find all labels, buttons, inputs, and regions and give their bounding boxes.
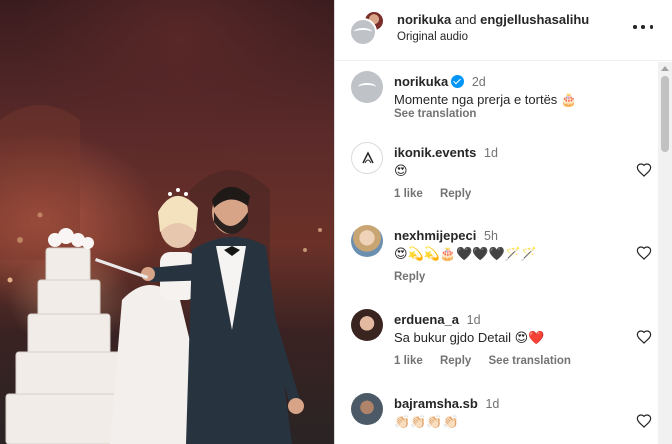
audio-link[interactable]: Original audio	[397, 31, 468, 43]
avatar-norikuka[interactable]	[349, 18, 377, 46]
more-horizontal-icon	[633, 25, 637, 29]
caption-item: norikuka 2d Momente nga prerja e tortës …	[335, 71, 659, 131]
avatar[interactable]	[351, 71, 383, 103]
caption-text: Momente nga prerja e tortës 🎂	[394, 92, 578, 107]
avatar[interactable]	[351, 225, 383, 257]
comment-likes[interactable]: 1 like	[394, 355, 423, 367]
avatar[interactable]	[351, 309, 383, 341]
comment-item: nexhmijepeci 5h 😍💫💫🎂🖤🖤🖤🪄🪄 Reply	[335, 225, 659, 295]
see-translation-link[interactable]: See translation	[489, 355, 571, 367]
post-authors: norikuka and engjellushasalihu	[397, 12, 589, 27]
comment-time[interactable]: 1d	[485, 397, 499, 411]
avatar[interactable]	[351, 393, 383, 425]
comment-time[interactable]: 1d	[467, 313, 481, 327]
verified-badge-icon	[451, 75, 465, 88]
heart-icon[interactable]	[636, 329, 652, 345]
comment-item: ikonik.events 1d 😍 1 like Reply	[335, 142, 659, 212]
comment-text: 😍💫💫🎂🖤🖤🖤🪄🪄	[394, 246, 538, 261]
comment-time[interactable]: 5h	[484, 229, 498, 243]
collab-avatars[interactable]	[349, 10, 391, 52]
caption-time[interactable]: 2d	[472, 75, 486, 89]
ikonik-logo-icon	[362, 151, 374, 164]
comment-text: Sa bukur gjdo Detail 😍❤️	[394, 330, 545, 345]
comment-username[interactable]: ikonik.events	[394, 145, 476, 160]
heart-icon[interactable]	[636, 162, 652, 178]
authors-conjunction: and	[454, 12, 477, 27]
author-link-norikuka[interactable]: norikuka	[397, 12, 451, 27]
see-translation-link[interactable]: See translation	[394, 108, 476, 120]
logo-icon	[358, 83, 376, 91]
avatar[interactable]	[351, 142, 383, 174]
comment-text: 😍	[394, 163, 408, 178]
author-link-engjellushasalihu[interactable]: engjellushasalihu	[480, 12, 589, 27]
logo-icon	[354, 28, 372, 36]
heart-icon[interactable]	[636, 413, 652, 429]
scrollbar-thumb[interactable]	[661, 76, 669, 152]
post-header: norikuka and engjellushasalihu Original …	[335, 0, 672, 61]
reply-button[interactable]: Reply	[394, 271, 425, 283]
comment-item: bajramsha.sb 1d 👏🏻👏🏻👏🏻👏🏻	[335, 393, 659, 444]
heart-icon[interactable]	[636, 245, 652, 261]
caption-username[interactable]: norikuka	[394, 74, 448, 89]
reply-button[interactable]: Reply	[440, 188, 471, 200]
comments-panel: norikuka and engjellushasalihu Original …	[334, 0, 672, 444]
scroll-up-arrow-icon[interactable]	[661, 66, 669, 71]
comment-username[interactable]: bajramsha.sb	[394, 396, 478, 411]
reply-button[interactable]: Reply	[440, 355, 471, 367]
comment-username[interactable]: nexhmijepeci	[394, 228, 476, 243]
comment-item: erduena_a 1d Sa bukur gjdo Detail 😍❤️ 1 …	[335, 309, 659, 379]
wedding-photo-illustration	[0, 105, 322, 444]
scrollbar[interactable]	[658, 62, 672, 444]
comment-likes[interactable]: 1 like	[394, 188, 423, 200]
comment-username[interactable]: erduena_a	[394, 312, 459, 327]
more-options-button[interactable]	[633, 18, 653, 36]
comment-text: 👏🏻👏🏻👏🏻👏🏻	[394, 414, 459, 429]
comments-list[interactable]: norikuka 2d Momente nga prerja e tortës …	[335, 62, 659, 444]
post-media-image[interactable]	[0, 0, 334, 444]
comment-time[interactable]: 1d	[484, 146, 498, 160]
